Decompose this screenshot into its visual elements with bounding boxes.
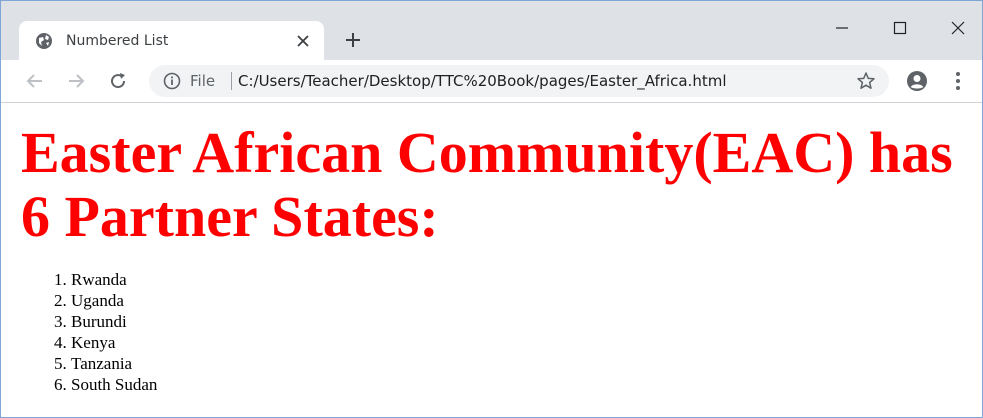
list-item: Burundi xyxy=(71,311,157,332)
account-icon[interactable] xyxy=(906,70,928,92)
toolbar: File C:/Users/Teacher/Desktop/TTC%20Book… xyxy=(1,60,982,103)
browser-window: Numbered List File C:/Users/Teacher/Desk… xyxy=(0,0,983,418)
list-item: Tanzania xyxy=(71,353,157,374)
list-item: South Sudan xyxy=(71,374,157,395)
menu-dots-icon[interactable] xyxy=(951,71,965,91)
partner-states-list: Rwanda Uganda Burundi Kenya Tanzania Sou… xyxy=(51,269,157,395)
close-tab-icon[interactable] xyxy=(296,34,310,48)
close-window-icon[interactable] xyxy=(950,20,966,36)
new-tab-icon[interactable] xyxy=(345,32,361,48)
url-text[interactable]: C:/Users/Teacher/Desktop/TTC%20Book/page… xyxy=(238,72,726,90)
maximize-icon[interactable] xyxy=(892,20,908,36)
tab-title: Numbered List xyxy=(66,33,169,49)
page-heading: Easter African Community(EAC) has 6 Part… xyxy=(21,120,953,249)
page-content: Easter African Community(EAC) has 6 Part… xyxy=(1,103,982,417)
address-bar[interactable]: File C:/Users/Teacher/Desktop/TTC%20Book… xyxy=(149,65,889,97)
list-item: Uganda xyxy=(71,290,157,311)
info-icon[interactable] xyxy=(163,72,181,90)
reload-icon[interactable] xyxy=(109,72,127,90)
list-item: Rwanda xyxy=(71,269,157,290)
tab-strip: Numbered List xyxy=(1,1,982,60)
list-item: Kenya xyxy=(71,332,157,353)
address-separator xyxy=(231,72,232,90)
forward-arrow-icon[interactable] xyxy=(67,72,85,90)
bookmark-star-icon[interactable] xyxy=(856,71,876,91)
globe-icon xyxy=(36,33,52,49)
back-arrow-icon[interactable] xyxy=(26,72,44,90)
tab-numbered-list[interactable]: Numbered List xyxy=(19,21,324,60)
scheme-label: File xyxy=(190,72,216,90)
minimize-icon[interactable] xyxy=(834,20,850,36)
